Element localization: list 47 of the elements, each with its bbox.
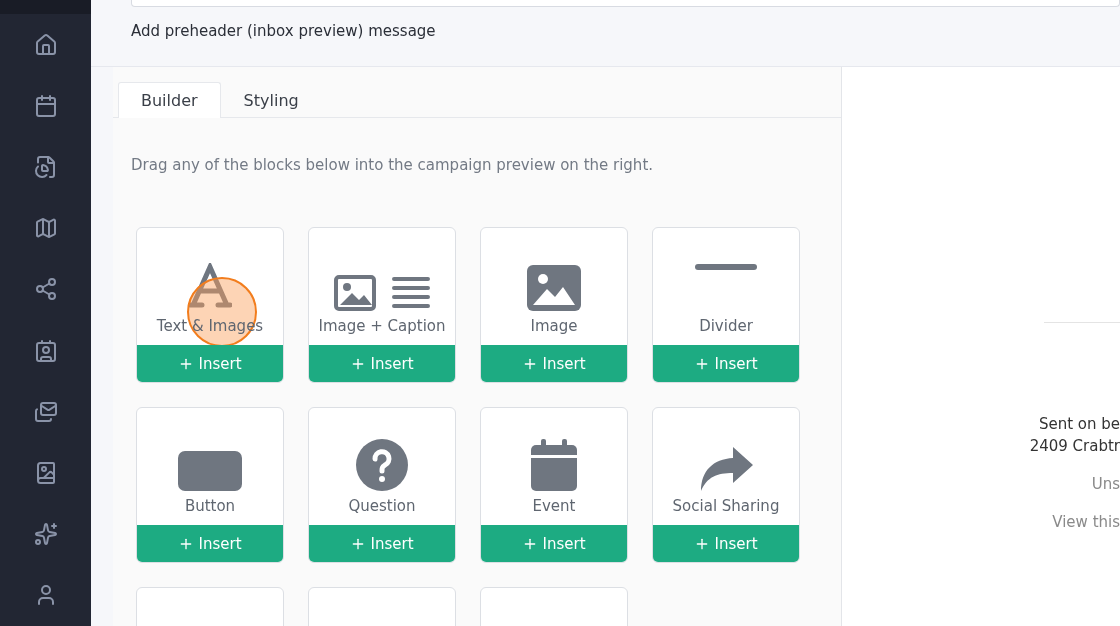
share-icon xyxy=(33,277,58,302)
contacts-icon xyxy=(33,338,58,363)
rounded-rectangle-icon xyxy=(178,451,242,491)
insert-button[interactable]: Insert xyxy=(653,345,799,382)
mail-icon xyxy=(33,399,58,424)
block-card[interactable]: Image + Caption Insert xyxy=(308,227,456,383)
question-mark-icon xyxy=(356,439,408,491)
home-icon xyxy=(33,32,58,57)
block-label: Event xyxy=(532,497,576,515)
insert-button[interactable]: Insert xyxy=(137,345,283,382)
footer-text: Sent on be xyxy=(1038,414,1120,435)
footer-text: Uns xyxy=(1091,474,1120,495)
block-card[interactable]: Image Insert xyxy=(480,227,628,383)
footer-text: View this xyxy=(1052,512,1120,533)
block-card[interactable]: Divider Insert xyxy=(652,227,800,383)
block-card[interactable]: Social Sharing Insert xyxy=(652,407,800,563)
tab[interactable]: Builder xyxy=(118,82,221,118)
block-label: Divider xyxy=(699,317,753,335)
footer-text: 2409 Crabtr xyxy=(1029,436,1120,457)
block-card[interactable]: Button Insert xyxy=(136,407,284,563)
calendar-icon xyxy=(531,439,577,491)
block-card[interactable]: Question Insert xyxy=(308,407,456,563)
block-label: Question xyxy=(348,497,416,515)
subject-field[interactable] xyxy=(131,0,1120,7)
tab[interactable]: Styling xyxy=(220,82,322,118)
insert-button[interactable]: Insert xyxy=(137,525,283,562)
map-icon xyxy=(33,216,58,241)
curved-arrow-icon xyxy=(699,447,753,491)
horizontal-line-icon xyxy=(694,263,758,271)
letter-a-icon xyxy=(188,263,232,311)
insert-button[interactable]: Insert xyxy=(309,525,455,562)
report-icon xyxy=(33,155,58,179)
block-label: Button xyxy=(184,497,236,515)
insert-button[interactable]: Insert xyxy=(481,345,627,382)
block-card[interactable]: Event Insert xyxy=(480,407,628,563)
image-icon xyxy=(527,265,581,311)
image-with-lines-icon xyxy=(334,275,430,311)
insert-button[interactable]: Insert xyxy=(481,525,627,562)
preheader-link[interactable]: Add preheader (inbox preview) message xyxy=(131,22,1120,40)
calendar-icon xyxy=(33,93,58,118)
sparkles-icon xyxy=(33,522,58,547)
block-label: Image + Caption xyxy=(318,317,446,335)
insert-button[interactable]: Insert xyxy=(309,345,455,382)
insert-button[interactable]: Insert xyxy=(653,525,799,562)
block-label: Social Sharing xyxy=(672,497,780,515)
instructions-text: Drag any of the blocks below into the campaign preview on the right. xyxy=(131,156,655,174)
block-label: Image xyxy=(530,317,578,335)
